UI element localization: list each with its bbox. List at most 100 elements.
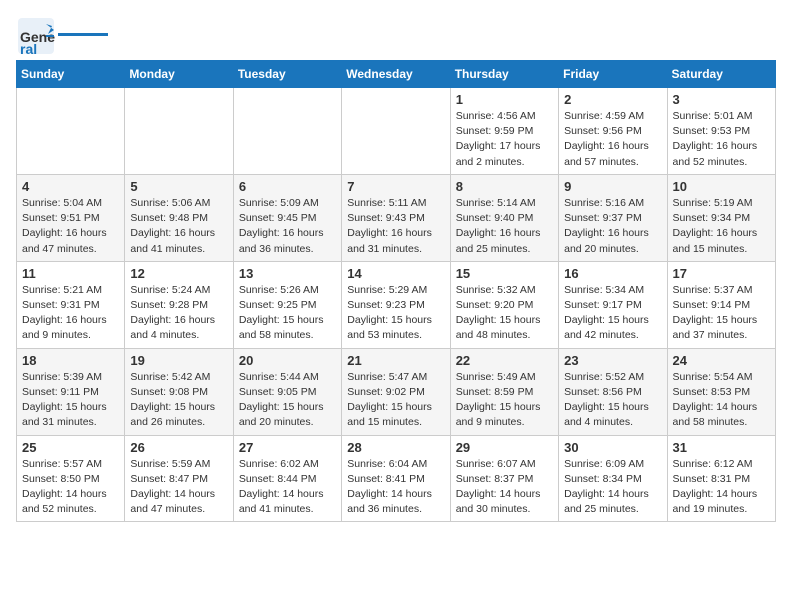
svg-text:ral: ral xyxy=(20,41,37,56)
calendar-cell xyxy=(342,88,450,175)
day-info: Sunrise: 5:34 AM Sunset: 9:17 PM Dayligh… xyxy=(564,283,661,344)
calendar-cell: 29 Sunrise: 6:07 AM Sunset: 8:37 PM Dayli… xyxy=(450,435,558,522)
calendar-cell: 30 Sunrise: 6:09 AM Sunset: 8:34 PM Dayli… xyxy=(559,435,667,522)
calendar-cell: 11Sunrise: 5:21 AM Sunset: 9:31 PM Dayli… xyxy=(17,261,125,348)
day-info: Sunrise: 6:09 AM Sunset: 8:34 PM Dayligh… xyxy=(564,457,661,518)
calendar-cell: 21Sunrise: 5:47 AM Sunset: 9:02 PM Dayli… xyxy=(342,348,450,435)
day-number: 30 xyxy=(564,440,661,455)
day-info: Sunrise: 5:06 AM Sunset: 9:48 PM Dayligh… xyxy=(130,196,227,257)
calendar-cell: 4 Sunrise: 5:04 AM Sunset: 9:51 PM Daylig… xyxy=(17,174,125,261)
calendar-cell: 27 Sunrise: 6:02 AM Sunset: 8:44 PM Dayli… xyxy=(233,435,341,522)
day-info: Sunrise: 5:37 AM Sunset: 9:14 PM Dayligh… xyxy=(673,283,770,344)
day-info: Sunrise: 5:32 AM Sunset: 9:20 PM Dayligh… xyxy=(456,283,553,344)
day-info: Sunrise: 5:26 AM Sunset: 9:25 PM Dayligh… xyxy=(239,283,336,344)
calendar-cell xyxy=(233,88,341,175)
calendar-day-header: Wednesday xyxy=(342,61,450,88)
calendar-cell: 2Sunrise: 4:59 AM Sunset: 9:56 PM Daylig… xyxy=(559,88,667,175)
day-number: 19 xyxy=(130,353,227,368)
calendar-cell: 20 Sunrise: 5:44 AM Sunset: 9:05 PM Dayli… xyxy=(233,348,341,435)
day-number: 11 xyxy=(22,266,119,281)
calendar-cell: 1 Sunrise: 4:56 AM Sunset: 9:59 PM Daylig… xyxy=(450,88,558,175)
day-number: 14 xyxy=(347,266,444,281)
day-number: 9 xyxy=(564,179,661,194)
day-info: Sunrise: 6:02 AM Sunset: 8:44 PM Dayligh… xyxy=(239,457,336,518)
calendar-cell: 24 Sunrise: 5:54 AM Sunset: 8:53 PM Dayli… xyxy=(667,348,775,435)
day-info: Sunrise: 5:24 AM Sunset: 9:28 PM Dayligh… xyxy=(130,283,227,344)
day-number: 20 xyxy=(239,353,336,368)
logo-icon: Gene ral xyxy=(16,16,52,52)
day-info: Sunrise: 5:11 AM Sunset: 9:43 PM Dayligh… xyxy=(347,196,444,257)
day-info: Sunrise: 5:09 AM Sunset: 9:45 PM Dayligh… xyxy=(239,196,336,257)
day-number: 5 xyxy=(130,179,227,194)
calendar-cell: 7 Sunrise: 5:11 AM Sunset: 9:43 PM Daylig… xyxy=(342,174,450,261)
day-info: Sunrise: 5:47 AM Sunset: 9:02 PM Dayligh… xyxy=(347,370,444,431)
day-number: 24 xyxy=(673,353,770,368)
day-info: Sunrise: 5:39 AM Sunset: 9:11 PM Dayligh… xyxy=(22,370,119,431)
day-number: 31 xyxy=(673,440,770,455)
calendar-cell: 9 Sunrise: 5:16 AM Sunset: 9:37 PM Daylig… xyxy=(559,174,667,261)
calendar-day-header: Monday xyxy=(125,61,233,88)
day-number: 17 xyxy=(673,266,770,281)
day-number: 4 xyxy=(22,179,119,194)
calendar-cell: 6Sunrise: 5:09 AM Sunset: 9:45 PM Daylig… xyxy=(233,174,341,261)
day-info: Sunrise: 5:04 AM Sunset: 9:51 PM Dayligh… xyxy=(22,196,119,257)
calendar-day-header: Friday xyxy=(559,61,667,88)
day-number: 13 xyxy=(239,266,336,281)
calendar-cell: 17 Sunrise: 5:37 AM Sunset: 9:14 PM Dayli… xyxy=(667,261,775,348)
calendar-table: SundayMondayTuesdayWednesdayThursdayFrid… xyxy=(16,60,776,522)
calendar-cell: 18Sunrise: 5:39 AM Sunset: 9:11 PM Dayli… xyxy=(17,348,125,435)
day-info: Sunrise: 5:59 AM Sunset: 8:47 PM Dayligh… xyxy=(130,457,227,518)
day-number: 23 xyxy=(564,353,661,368)
calendar-week-row: 18Sunrise: 5:39 AM Sunset: 9:11 PM Dayli… xyxy=(17,348,776,435)
day-number: 27 xyxy=(239,440,336,455)
calendar-cell: 10 Sunrise: 5:19 AM Sunset: 9:34 PM Dayli… xyxy=(667,174,775,261)
day-info: Sunrise: 5:54 AM Sunset: 8:53 PM Dayligh… xyxy=(673,370,770,431)
calendar-cell: 3 Sunrise: 5:01 AM Sunset: 9:53 PM Daylig… xyxy=(667,88,775,175)
calendar-cell: 5 Sunrise: 5:06 AM Sunset: 9:48 PM Daylig… xyxy=(125,174,233,261)
day-info: Sunrise: 5:01 AM Sunset: 9:53 PM Dayligh… xyxy=(673,109,770,170)
day-info: Sunrise: 5:49 AM Sunset: 8:59 PM Dayligh… xyxy=(456,370,553,431)
day-info: Sunrise: 4:56 AM Sunset: 9:59 PM Dayligh… xyxy=(456,109,553,170)
day-info: Sunrise: 6:07 AM Sunset: 8:37 PM Dayligh… xyxy=(456,457,553,518)
day-number: 25 xyxy=(22,440,119,455)
calendar-cell: 31 Sunrise: 6:12 AM Sunset: 8:31 PM Dayli… xyxy=(667,435,775,522)
calendar-cell xyxy=(17,88,125,175)
calendar-cell: 16 Sunrise: 5:34 AM Sunset: 9:17 PM Dayli… xyxy=(559,261,667,348)
day-info: Sunrise: 6:04 AM Sunset: 8:41 PM Dayligh… xyxy=(347,457,444,518)
day-info: Sunrise: 5:42 AM Sunset: 9:08 PM Dayligh… xyxy=(130,370,227,431)
day-number: 7 xyxy=(347,179,444,194)
day-number: 1 xyxy=(456,92,553,107)
day-info: Sunrise: 6:12 AM Sunset: 8:31 PM Dayligh… xyxy=(673,457,770,518)
calendar-day-header: Saturday xyxy=(667,61,775,88)
calendar-cell: 22Sunrise: 5:49 AM Sunset: 8:59 PM Dayli… xyxy=(450,348,558,435)
calendar-cell: 19 Sunrise: 5:42 AM Sunset: 9:08 PM Dayli… xyxy=(125,348,233,435)
day-info: Sunrise: 5:52 AM Sunset: 8:56 PM Dayligh… xyxy=(564,370,661,431)
calendar-week-row: 11Sunrise: 5:21 AM Sunset: 9:31 PM Dayli… xyxy=(17,261,776,348)
day-number: 29 xyxy=(456,440,553,455)
day-info: Sunrise: 5:29 AM Sunset: 9:23 PM Dayligh… xyxy=(347,283,444,344)
day-number: 12 xyxy=(130,266,227,281)
calendar-week-row: 1 Sunrise: 4:56 AM Sunset: 9:59 PM Daylig… xyxy=(17,88,776,175)
calendar-header-row: SundayMondayTuesdayWednesdayThursdayFrid… xyxy=(17,61,776,88)
day-number: 28 xyxy=(347,440,444,455)
day-number: 3 xyxy=(673,92,770,107)
day-number: 26 xyxy=(130,440,227,455)
calendar-cell: 14 Sunrise: 5:29 AM Sunset: 9:23 PM Dayli… xyxy=(342,261,450,348)
calendar-day-header: Thursday xyxy=(450,61,558,88)
calendar-cell xyxy=(125,88,233,175)
calendar-day-header: Sunday xyxy=(17,61,125,88)
calendar-week-row: 4 Sunrise: 5:04 AM Sunset: 9:51 PM Daylig… xyxy=(17,174,776,261)
day-info: Sunrise: 5:57 AM Sunset: 8:50 PM Dayligh… xyxy=(22,457,119,518)
calendar-cell: 8Sunrise: 5:14 AM Sunset: 9:40 PM Daylig… xyxy=(450,174,558,261)
page-header: Gene ral xyxy=(16,16,776,52)
calendar-cell: 12 Sunrise: 5:24 AM Sunset: 9:28 PM Dayli… xyxy=(125,261,233,348)
day-number: 8 xyxy=(456,179,553,194)
calendar-cell: 25 Sunrise: 5:57 AM Sunset: 8:50 PM Dayli… xyxy=(17,435,125,522)
day-info: Sunrise: 5:44 AM Sunset: 9:05 PM Dayligh… xyxy=(239,370,336,431)
day-number: 2 xyxy=(564,92,661,107)
day-number: 16 xyxy=(564,266,661,281)
day-info: Sunrise: 5:19 AM Sunset: 9:34 PM Dayligh… xyxy=(673,196,770,257)
day-number: 10 xyxy=(673,179,770,194)
day-number: 15 xyxy=(456,266,553,281)
day-info: Sunrise: 5:16 AM Sunset: 9:37 PM Dayligh… xyxy=(564,196,661,257)
